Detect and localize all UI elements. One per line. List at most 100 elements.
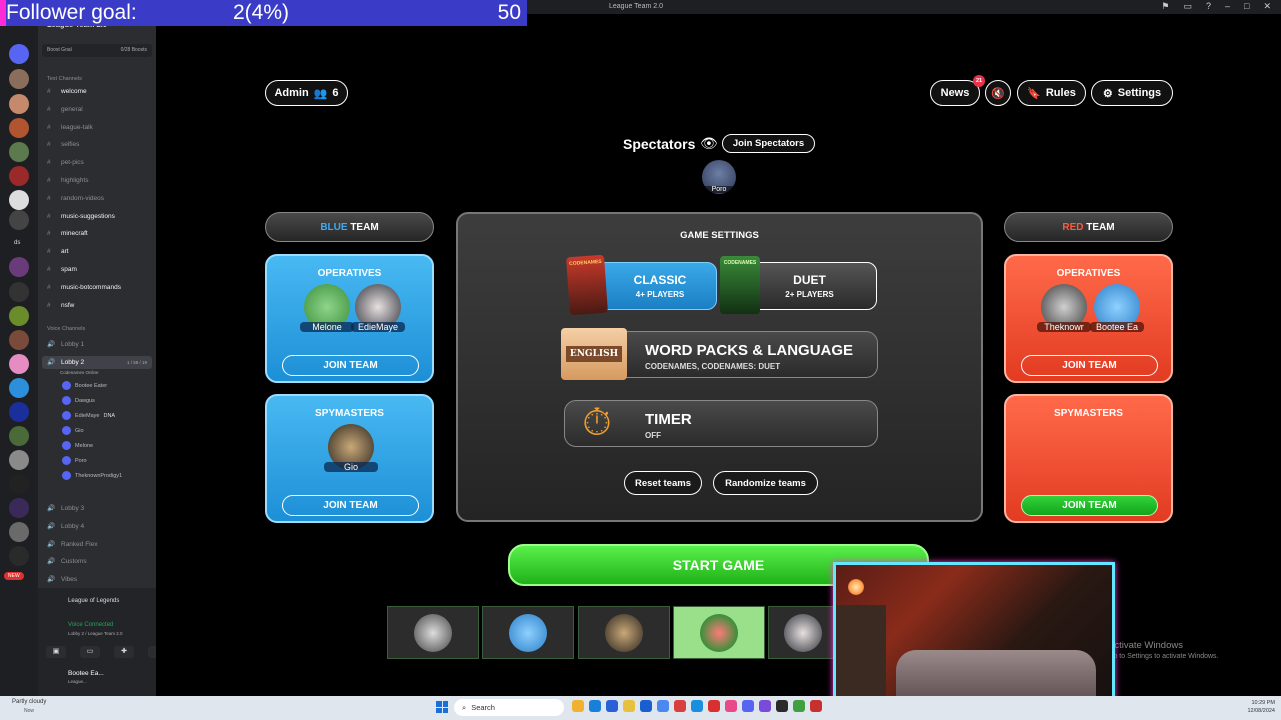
settings-button[interactable]: ⚙ Settings xyxy=(1091,80,1173,106)
clock-date: 12/08/2024 xyxy=(1247,708,1275,714)
app-icon[interactable] xyxy=(725,700,737,712)
activities-icon[interactable]: ✚ xyxy=(114,646,134,658)
xbox-icon[interactable] xyxy=(793,700,805,712)
join-spectators-button[interactable]: Join Spectators xyxy=(722,134,815,153)
join-blue-operatives-button[interactable]: JOIN TEAM xyxy=(282,355,419,376)
voice-channel[interactable]: 🔊 Lobby 3 xyxy=(47,504,84,512)
app-icon[interactable] xyxy=(776,700,788,712)
avatar xyxy=(62,396,71,405)
app-icon[interactable] xyxy=(708,700,720,712)
mute-button[interactable]: 🔇 xyxy=(985,80,1011,106)
folder-icon[interactable] xyxy=(623,700,635,712)
pin-icon[interactable]: ▭ xyxy=(1183,1,1192,12)
server-icon[interactable] xyxy=(9,354,29,374)
close-icon[interactable]: ✕ xyxy=(1263,1,1271,12)
windows-start-icon[interactable] xyxy=(436,701,448,713)
player-slot: Theknowr xyxy=(1037,284,1091,334)
voice-channel[interactable]: 🔊 Vibes xyxy=(47,575,77,583)
app-icon[interactable] xyxy=(759,700,771,712)
server-icon[interactable] xyxy=(9,94,29,114)
text-channel-spam[interactable]: # spam xyxy=(47,266,77,273)
voice-user[interactable]: Melone xyxy=(62,441,93,450)
voice-channels-category[interactable]: Voice Channels xyxy=(47,326,85,332)
boost-goal[interactable]: Boost Goal 0/28 Boosts xyxy=(42,44,152,57)
voice-user[interactable]: Gio xyxy=(62,426,84,435)
timer-button[interactable]: ⏱ TIMER OFF xyxy=(564,400,878,447)
server-icon[interactable] xyxy=(9,69,29,89)
join-blue-spymasters-button[interactable]: JOIN TEAM xyxy=(282,495,419,516)
server-icon[interactable] xyxy=(9,306,29,326)
voice-user[interactable]: Poro xyxy=(62,456,87,465)
server-icon[interactable] xyxy=(9,210,29,230)
mail-icon[interactable] xyxy=(657,700,669,712)
app-icon[interactable] xyxy=(691,700,703,712)
text-channel-general[interactable]: # general xyxy=(47,106,83,113)
voice-user[interactable]: EdieMaye DNA xyxy=(62,411,115,420)
text-channel-welcome[interactable]: # welcome xyxy=(47,88,87,95)
join-red-spymasters-button[interactable]: JOIN TEAM xyxy=(1021,495,1158,516)
text-channel-pet-pics[interactable]: # pet-pics xyxy=(47,159,84,166)
voice-channel-lobby1[interactable]: 🔊 Lobby 1 xyxy=(47,340,84,348)
server-icon[interactable] xyxy=(9,142,29,162)
server-icon[interactable] xyxy=(9,166,29,186)
edge-icon[interactable] xyxy=(589,700,601,712)
news-button[interactable]: News 21 xyxy=(930,75,985,106)
screen-share-icon[interactable]: ▭ xyxy=(80,646,100,658)
word-packs-button[interactable]: ENGLISH WORD PACKS & LANGUAGE CODENAMES,… xyxy=(561,328,878,380)
maximize-icon[interactable]: □ xyxy=(1244,1,1249,12)
text-channels-category[interactable]: Text Channels xyxy=(47,76,82,82)
server-icon[interactable] xyxy=(9,522,29,542)
server-icon[interactable] xyxy=(9,498,29,518)
file-explorer-icon[interactable] xyxy=(572,700,584,712)
voice-user[interactable]: Dawgus xyxy=(62,396,95,405)
reset-teams-button[interactable]: Reset teams xyxy=(624,471,702,495)
randomize-teams-button[interactable]: Randomize teams xyxy=(713,471,818,495)
text-channel-random-videos[interactable]: # random-videos xyxy=(47,195,104,202)
user-name[interactable]: Bootee Ea... xyxy=(68,670,104,677)
voice-channel[interactable]: 🔊 Ranked Flex xyxy=(47,540,98,548)
text-channel-minecraft[interactable]: # minecraft xyxy=(47,230,88,237)
server-icon[interactable] xyxy=(9,44,29,64)
hash-icon: # xyxy=(47,105,51,113)
server-icon[interactable] xyxy=(9,378,29,398)
server-icon[interactable] xyxy=(9,257,29,277)
chrome-icon[interactable] xyxy=(674,700,686,712)
server-icon[interactable] xyxy=(9,190,29,210)
server-icon[interactable] xyxy=(9,474,29,494)
server-icon[interactable] xyxy=(9,402,29,422)
text-channel-league-talk[interactable]: # league-talk xyxy=(47,124,93,131)
activate-windows-sub: Go to Settings to activate Windows. xyxy=(1108,653,1219,660)
text-channel-music-suggestions[interactable]: # music-suggestions xyxy=(47,213,115,220)
text-channel-nsfw[interactable]: # nsfw xyxy=(47,302,74,309)
voice-channel[interactable]: 🔊 Customs xyxy=(47,557,87,565)
text-channel-highlights[interactable]: # highlights xyxy=(47,177,88,184)
taskbar-search[interactable]: ⌕ Search xyxy=(454,699,564,716)
admin-button[interactable]: Admin 👥 6 xyxy=(265,80,348,106)
inbox-icon[interactable]: ⚑ xyxy=(1161,1,1169,12)
discord-icon[interactable] xyxy=(742,700,754,712)
rules-button[interactable]: 🔖 Rules xyxy=(1017,80,1086,106)
minimize-icon[interactable]: – xyxy=(1225,1,1230,12)
taskbar-clock[interactable]: 10:29 PM 12/08/2024 xyxy=(1247,699,1275,715)
weather-label[interactable]: Partly cloudy xyxy=(12,699,46,705)
camera-icon[interactable]: ▣ xyxy=(46,646,66,658)
server-icon[interactable] xyxy=(9,450,29,470)
join-red-operatives-button[interactable]: JOIN TEAM xyxy=(1021,355,1158,376)
speaker-icon: 🔊 xyxy=(47,576,56,584)
text-channel-selfies[interactable]: # selfies xyxy=(47,141,79,148)
copilot-icon[interactable] xyxy=(606,700,618,712)
voice-channel[interactable]: 🔊 Lobby 4 xyxy=(47,522,84,530)
voice-user[interactable]: TheknownProdigy1 xyxy=(62,471,122,480)
app-icon[interactable] xyxy=(810,700,822,712)
server-icon[interactable] xyxy=(9,118,29,138)
store-icon[interactable] xyxy=(640,700,652,712)
server-icon[interactable] xyxy=(9,546,29,566)
server-icon[interactable] xyxy=(9,426,29,446)
text-channel-music-botcommands[interactable]: # music-botcommands xyxy=(47,284,121,291)
voice-user[interactable]: Bootee Eater xyxy=(62,381,107,390)
help-icon[interactable]: ? xyxy=(1206,1,1211,12)
server-icon[interactable] xyxy=(9,330,29,350)
text-channel-art[interactable]: # art xyxy=(47,248,69,255)
server-icon[interactable] xyxy=(9,282,29,302)
voice-channel-lobby2[interactable]: 🔊 Lobby 21 / 59 / 19 xyxy=(42,356,152,369)
